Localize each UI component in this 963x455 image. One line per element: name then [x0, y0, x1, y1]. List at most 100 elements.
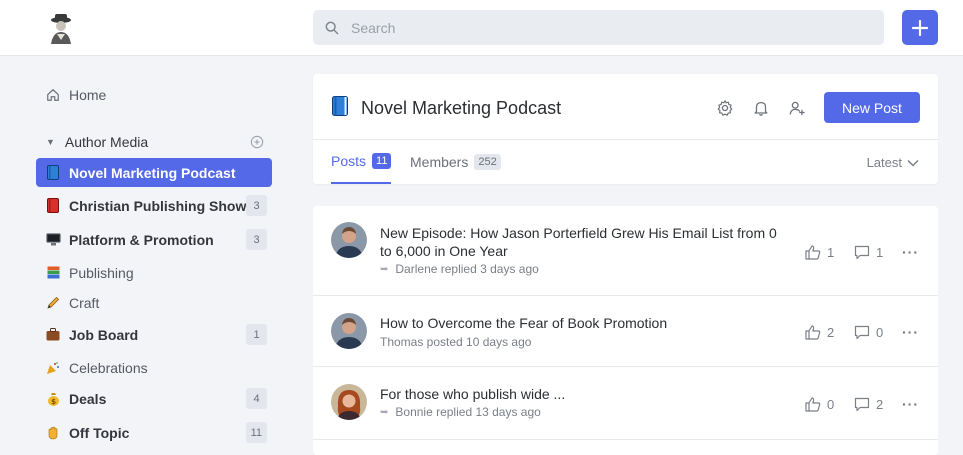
new-post-button[interactable]: New Post — [824, 92, 920, 123]
like-count[interactable]: 0 — [805, 397, 834, 412]
waving-hand-icon — [44, 426, 62, 440]
top-bar — [0, 0, 963, 56]
sidebar-item-off-topic[interactable]: Off Topic 11 — [36, 418, 272, 447]
search-bar[interactable] — [313, 10, 884, 45]
add-button[interactable] — [902, 10, 938, 45]
post-title[interactable]: New Episode: How Jason Porterfield Grew … — [380, 224, 790, 260]
unread-badge: 3 — [246, 195, 267, 216]
sidebar-item-celebrations[interactable]: Celebrations — [36, 353, 272, 382]
tab-label: Posts — [331, 153, 367, 169]
add-circle-icon[interactable] — [250, 135, 264, 149]
sidebar-item-publishing[interactable]: Publishing — [36, 258, 272, 287]
like-count-value: 2 — [827, 325, 835, 340]
sort-dropdown[interactable]: Latest — [867, 155, 919, 170]
blue-book-icon — [44, 165, 62, 180]
home-icon — [44, 88, 62, 102]
like-count-value: 0 — [827, 397, 835, 412]
comment-icon — [854, 325, 870, 340]
sidebar-item-label: Novel Marketing Podcast — [69, 164, 236, 181]
party-popper-icon — [44, 361, 62, 375]
tab-count-badge: 252 — [474, 154, 501, 170]
post-meta: ➥ Bonnie replied 13 days ago — [380, 405, 541, 419]
sidebar-item-platform-promotion[interactable]: Platform & Promotion 3 — [36, 225, 272, 254]
thumbs-up-icon — [805, 397, 821, 412]
comment-count-value: 0 — [876, 325, 884, 340]
comment-icon — [854, 245, 870, 260]
svg-text:$: $ — [51, 398, 56, 406]
sidebar-item-label: Off Topic — [69, 424, 130, 441]
comment-count[interactable]: 2 — [854, 397, 883, 412]
sidebar-item-novel-marketing-podcast[interactable]: Novel Marketing Podcast — [36, 158, 272, 187]
sidebar-item-job-board[interactable]: Job Board 1 — [36, 320, 272, 349]
unread-badge: 1 — [246, 324, 267, 345]
sidebar-item-craft[interactable]: Craft — [36, 288, 272, 317]
like-count[interactable]: 2 — [805, 325, 834, 340]
tab-members[interactable]: Members 252 — [410, 140, 501, 184]
post-meta-text: Thomas posted 10 days ago — [380, 335, 532, 349]
post-list: New Episode: How Jason Porterfield Grew … — [313, 206, 938, 455]
books-icon — [44, 266, 62, 279]
plus-icon — [912, 19, 928, 36]
sidebar-item-label: Deals — [69, 390, 107, 407]
blue-book-icon — [332, 96, 348, 116]
more-options-icon[interactable]: ··· — [902, 244, 919, 260]
reply-arrow-icon: ➥ — [380, 263, 389, 275]
briefcase-icon — [44, 328, 62, 341]
post-title[interactable]: For those who publish wide ... — [380, 385, 790, 403]
post-title[interactable]: How to Overcome the Fear of Book Promoti… — [380, 314, 790, 332]
comment-count-value: 1 — [876, 245, 884, 260]
sidebar-item-label: Christian Publishing Show — [69, 197, 247, 214]
comment-count[interactable]: 0 — [854, 325, 883, 340]
avatar — [331, 313, 367, 349]
unread-badge: 11 — [245, 422, 267, 443]
tab-posts[interactable]: Posts 11 — [331, 140, 392, 184]
post-item[interactable]: New Episode: How Jason Porterfield Grew … — [313, 206, 938, 296]
post-meta-text: Darlene replied 3 days ago — [395, 262, 539, 276]
more-options-icon[interactable]: ··· — [902, 396, 919, 412]
sidebar-item-christian-publishing-show[interactable]: Christian Publishing Show 3 — [36, 191, 272, 220]
add-user-icon[interactable] — [788, 99, 806, 117]
money-bag-icon: $ — [44, 392, 62, 406]
author-portrait-logo[interactable] — [45, 12, 77, 44]
caret-down-icon: ▼ — [46, 137, 55, 147]
thumbs-up-icon — [805, 245, 821, 260]
bell-icon[interactable] — [752, 99, 770, 117]
section-label: Author Media — [64, 134, 149, 150]
post-meta: ➥ Darlene replied 3 days ago — [380, 262, 539, 276]
computer-icon — [44, 233, 62, 246]
avatar — [331, 384, 367, 420]
comment-count[interactable]: 1 — [854, 245, 883, 260]
sidebar-item-label: Platform & Promotion — [69, 231, 214, 248]
sort-label: Latest — [866, 155, 902, 170]
sidebar-item-label: Home — [69, 86, 107, 103]
post-item[interactable]: For those who publish wide ... ➥ Bonnie … — [313, 367, 938, 440]
thumbs-up-icon — [805, 325, 821, 340]
channel-title-row: Novel Marketing Podcast New Post — [313, 74, 938, 140]
gear-icon[interactable] — [716, 99, 734, 117]
sidebar-item-home[interactable]: Home — [36, 80, 272, 109]
comment-count-value: 2 — [876, 397, 884, 412]
sidebar-item-label: Publishing — [69, 264, 134, 281]
sidebar-item-deals[interactable]: $ Deals 4 — [36, 384, 272, 413]
pencil-icon — [44, 296, 62, 310]
unread-badge: 3 — [246, 229, 267, 250]
page-title: Novel Marketing Podcast — [361, 98, 562, 118]
post-item[interactable]: How to Overcome the Fear of Book Promoti… — [313, 296, 938, 367]
tab-count-badge: 11 — [372, 153, 392, 169]
search-input[interactable] — [351, 19, 851, 36]
sidebar-item-label: Job Board — [69, 326, 139, 343]
tab-label: Members — [410, 154, 469, 170]
channel-header: Novel Marketing Podcast New Post Posts 1… — [313, 74, 938, 184]
like-count-value: 1 — [827, 245, 835, 260]
unread-badge: 4 — [246, 388, 267, 409]
like-count[interactable]: 1 — [805, 245, 834, 260]
post-meta-text: Bonnie replied 13 days ago — [395, 405, 541, 419]
post-meta: Thomas posted 10 days ago — [380, 335, 531, 349]
sidebar-item-label: Craft — [69, 294, 100, 311]
avatar — [331, 222, 367, 258]
section-author-media[interactable]: ▼ Author Media — [36, 129, 272, 155]
sidebar-item-label: Celebrations — [69, 359, 148, 376]
more-options-icon[interactable]: ··· — [902, 324, 919, 340]
sidebar: Home ▼ Author Media Novel Marketing Podc… — [0, 56, 290, 455]
reply-arrow-icon: ➥ — [380, 406, 389, 418]
